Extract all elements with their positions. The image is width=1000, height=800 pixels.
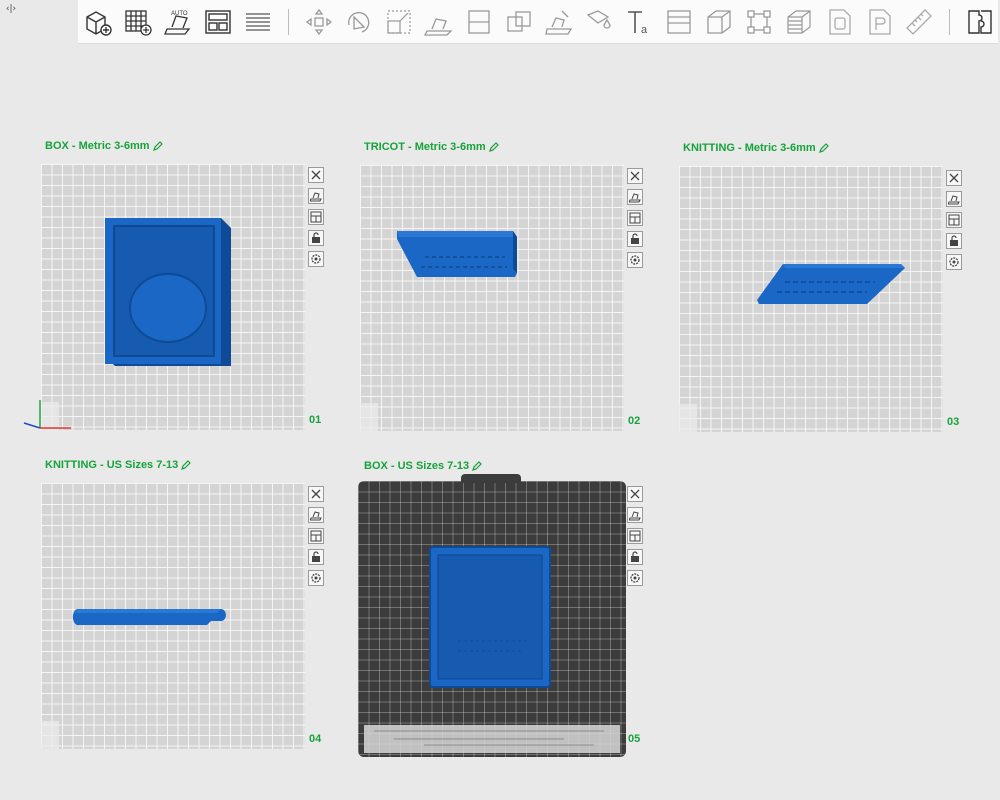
plate-corner-marker (679, 404, 697, 432)
settings-icon[interactable] (308, 251, 324, 267)
plate-handle (461, 474, 521, 483)
arrange-icon[interactable] (308, 507, 324, 523)
text-icon[interactable]: a (621, 4, 657, 40)
plate-number: 01 (309, 414, 322, 426)
layout-icon[interactable] (308, 209, 324, 225)
plate-title[interactable]: KNITTING - Metric 3-6mm (683, 142, 829, 154)
close-icon[interactable] (627, 486, 643, 502)
knitting-metric-model[interactable] (755, 258, 907, 308)
build-plate-01[interactable] (23, 164, 305, 430)
plate-layout-icon[interactable] (200, 4, 236, 40)
close-icon[interactable] (308, 167, 324, 183)
plate-title[interactable]: KNITTING - US Sizes 7-13 (45, 459, 192, 471)
split-parts-icon[interactable] (962, 4, 998, 40)
settings-icon[interactable] (308, 570, 324, 586)
plate-title-text: BOX - US Sizes 7-13 (364, 460, 470, 472)
plate-title-text: KNITTING - US Sizes 7-13 (45, 459, 179, 471)
box-model[interactable] (101, 216, 241, 368)
svg-text:AUTO: AUTO (171, 11, 188, 17)
layout-icon[interactable] (627, 210, 643, 226)
add-plate-icon[interactable] (120, 4, 156, 40)
scale-icon[interactable] (381, 4, 417, 40)
variable-height-icon[interactable] (661, 4, 697, 40)
close-icon[interactable] (308, 486, 324, 502)
sla-stack-icon[interactable] (781, 4, 817, 40)
object-o-icon[interactable] (821, 4, 857, 40)
cut-icon[interactable] (461, 4, 497, 40)
box-us-model[interactable] (428, 545, 552, 689)
lock-icon[interactable] (627, 231, 643, 247)
edit-icon[interactable] (152, 141, 163, 151)
plate-number: 02 (628, 415, 641, 427)
plate-toolbar (946, 170, 962, 270)
plate-toolbar (627, 168, 643, 268)
layout-icon[interactable] (946, 212, 962, 228)
plate-toolbar (308, 486, 324, 586)
arrange-icon[interactable] (627, 189, 643, 205)
plate-title-text: KNITTING - Metric 3-6mm (683, 142, 816, 154)
plate-title[interactable]: BOX - US Sizes 7-13 (364, 460, 483, 472)
settings-icon[interactable] (627, 570, 643, 586)
plate-number: 05 (628, 733, 641, 745)
lock-icon[interactable] (627, 549, 643, 565)
plate-number: 03 (947, 416, 960, 428)
plate-title-text: TRICOT - Metric 3-6mm (364, 141, 486, 153)
build-plate-04[interactable] (41, 483, 305, 749)
close-icon[interactable] (627, 168, 643, 184)
boolean-icon[interactable] (501, 4, 537, 40)
arrange-icon[interactable] (627, 507, 643, 523)
build-plate-05-textured[interactable] (358, 474, 626, 757)
arrange-icon[interactable] (308, 188, 324, 204)
close-icon[interactable] (946, 170, 962, 186)
lock-icon[interactable] (308, 549, 324, 565)
support-paint-icon[interactable] (581, 4, 617, 40)
object-p-icon[interactable] (861, 4, 897, 40)
lock-icon[interactable] (946, 233, 962, 249)
main-toolbar: AUTO a (78, 0, 998, 44)
rotate-icon[interactable] (341, 4, 377, 40)
paint-icon[interactable] (541, 4, 577, 40)
edit-icon[interactable] (472, 461, 483, 471)
settings-icon[interactable] (946, 254, 962, 270)
plate-title[interactable]: BOX - Metric 3-6mm (45, 140, 163, 152)
tricot-model[interactable] (395, 229, 519, 279)
collapse-sidebar-button[interactable]: ‹|› (4, 3, 18, 15)
move-icon[interactable] (301, 4, 337, 40)
assembly-icon[interactable] (741, 4, 777, 40)
textured-plate-label (366, 491, 380, 641)
layers-list-icon[interactable] (240, 4, 276, 40)
build-plate-03[interactable] (679, 166, 943, 432)
arrange-icon[interactable] (946, 191, 962, 207)
axis-gizmo (23, 400, 71, 429)
toolbar-separator (288, 8, 289, 35)
plate-bottom-edge (364, 725, 620, 753)
edit-icon[interactable] (488, 142, 499, 152)
layout-icon[interactable] (308, 528, 324, 544)
build-plate-02[interactable] (360, 165, 624, 431)
lock-icon[interactable] (308, 230, 324, 246)
auto-arrange-icon[interactable]: AUTO (160, 4, 196, 40)
settings-icon[interactable] (627, 252, 643, 268)
cube-view-icon[interactable] (701, 4, 737, 40)
plate-toolbar (308, 167, 324, 267)
add-cube-icon[interactable] (80, 4, 116, 40)
plate-title-text: BOX - Metric 3-6mm (45, 140, 150, 152)
plate-number: 04 (309, 733, 322, 745)
plate-title[interactable]: TRICOT - Metric 3-6mm (364, 141, 499, 153)
svg-text:a: a (641, 24, 648, 36)
edit-icon[interactable] (181, 460, 192, 470)
plate-toolbar (627, 486, 643, 586)
plate-corner-marker (41, 721, 59, 749)
plate-corner-marker (360, 403, 378, 431)
toolbar-separator (949, 8, 950, 35)
edit-icon[interactable] (818, 143, 829, 153)
lay-on-face-icon[interactable] (421, 4, 457, 40)
knitting-us-model[interactable] (71, 605, 229, 627)
measure-icon[interactable] (901, 4, 937, 40)
layout-icon[interactable] (627, 528, 643, 544)
